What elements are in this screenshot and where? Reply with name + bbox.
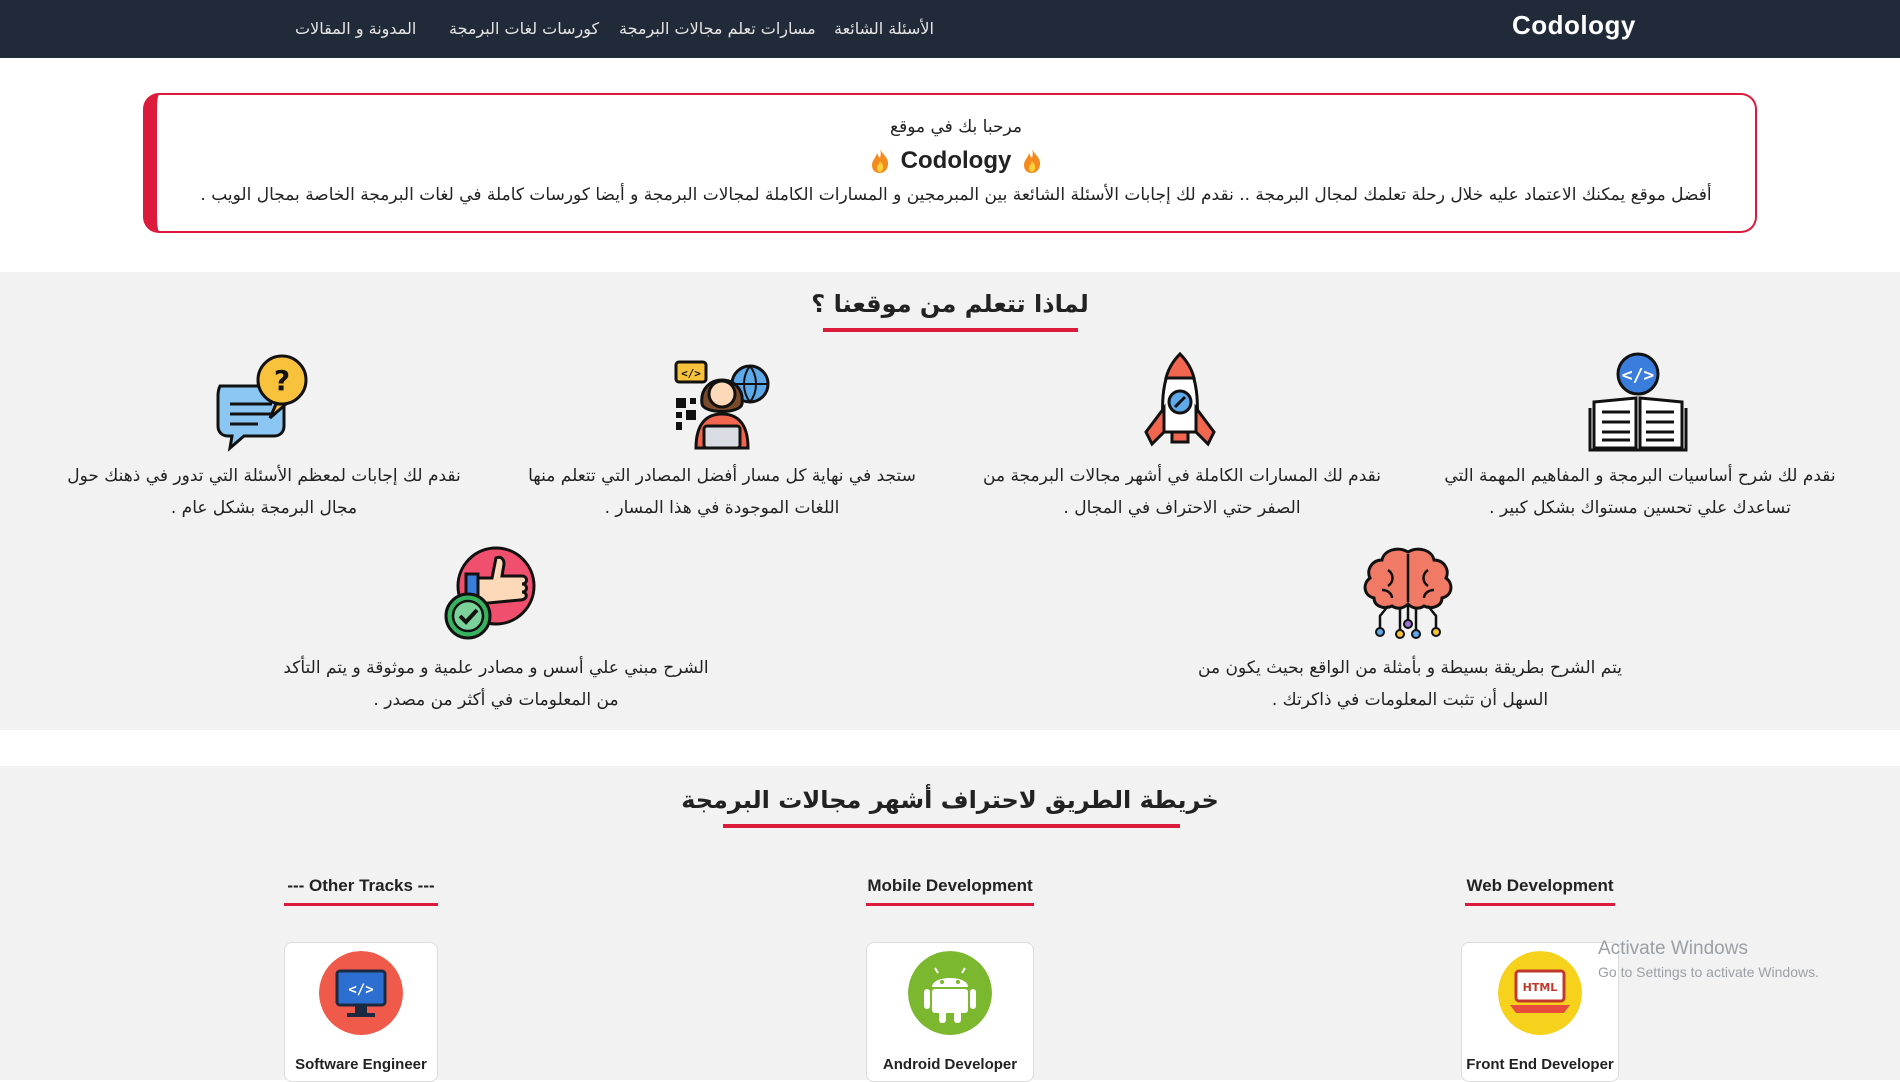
track-title-other[interactable]: --- Other Tracks --- xyxy=(261,876,461,896)
windows-activation-watermark: Activate Windows Go to Settings to activ… xyxy=(1598,938,1819,980)
nav-link-courses[interactable]: كورسات لغات البرمجة xyxy=(449,19,599,38)
why-title-underline xyxy=(823,328,1078,332)
track-title-web[interactable]: Web Development xyxy=(1440,876,1640,896)
programmer-icon: </> xyxy=(674,360,770,450)
fire-icon xyxy=(871,149,888,173)
track-underline xyxy=(866,903,1034,906)
svg-text:?: ? xyxy=(274,364,290,397)
watermark-title: Activate Windows xyxy=(1598,938,1748,959)
monitor-code-icon: </> xyxy=(319,951,403,1035)
html-laptop-icon: HTML xyxy=(1498,951,1582,1035)
watermark-subtitle: Go to Settings to activate Windows. xyxy=(1598,964,1819,980)
feature-text: يتم الشرح بطريقة بسيطة و بأمثلة من الواق… xyxy=(1198,658,1622,710)
nav-link-tracks[interactable]: مسارات تعلم مجالات البرمجة xyxy=(619,19,816,38)
brain-circuit-icon xyxy=(1363,547,1453,639)
card-label: Front End Developer xyxy=(1466,1056,1614,1073)
welcome-description: أفضل موقع يمكنك الاعتماد عليه خلال رحلة … xyxy=(200,185,1712,205)
track-title-mobile[interactable]: Mobile Development xyxy=(850,876,1050,896)
track-card-front-end[interactable]: HTML Front End Developer xyxy=(1461,942,1619,1082)
svg-text:</>: </> xyxy=(681,367,701,380)
roadmap-title-underline xyxy=(723,824,1180,828)
thumbs-up-check-icon xyxy=(444,546,536,640)
fire-icon xyxy=(1024,149,1041,173)
why-title: لماذا تتعلم من موقعنا ؟ xyxy=(811,290,1089,318)
feature-text: نقدم لك المسارات الكاملة في أشهر مجالات … xyxy=(983,466,1381,518)
question-chat-icon: ? xyxy=(216,354,308,452)
roadmap-title: خريطة الطريق لاحتراف أشهر مجالات البرمجة xyxy=(681,786,1219,814)
feature-text: الشرح مبني علي أسس و مصادر علمية و موثوق… xyxy=(283,658,709,710)
feature-text: ستجد في نهاية كل مسار أفضل المصادر التي … xyxy=(528,466,916,518)
svg-text:</>: </> xyxy=(1622,365,1655,386)
svg-text:</>: </> xyxy=(348,982,373,998)
nav-link-faq[interactable]: الأسئلة الشائعة xyxy=(834,19,934,38)
feature-text: نقدم لك إجابات لمعظم الأسئلة التي تدور ف… xyxy=(67,466,461,518)
welcome-greeting: مرحبا بك في موقع xyxy=(890,117,1022,137)
svg-text:HTML: HTML xyxy=(1523,981,1558,994)
track-underline xyxy=(1465,903,1615,906)
rocket-icon xyxy=(1144,352,1216,447)
welcome-site-name: Codology xyxy=(157,147,1755,175)
feature-text: نقدم لك شرح أساسيات البرمجة و المفاهيم ا… xyxy=(1444,466,1836,518)
track-card-software-engineer[interactable]: </> Software Engineer xyxy=(284,942,438,1082)
roadmap-section: خريطة الطريق لاحتراف أشهر مجالات البرمجة… xyxy=(0,766,1900,1082)
welcome-box: مرحبا بك في موقع Codology أفضل موقع يمكن… xyxy=(143,93,1757,233)
open-book-code-icon: </> xyxy=(1588,352,1688,452)
card-label: Android Developer xyxy=(882,1056,1018,1073)
track-underline xyxy=(284,903,438,906)
nav-link-blog[interactable]: المدونة و المقالات xyxy=(295,19,416,38)
navbar: Codology الأسئلة الشائعة مسارات تعلم مجا… xyxy=(0,0,1900,58)
card-label: Software Engineer xyxy=(295,1056,427,1073)
android-icon xyxy=(908,951,992,1035)
brand-logo[interactable]: Codology xyxy=(1512,10,1635,41)
track-card-android[interactable]: Android Developer xyxy=(866,942,1034,1082)
why-section: لماذا تتعلم من موقعنا ؟ </> نقدم لك شرح … xyxy=(0,272,1900,730)
site-name-text: Codology xyxy=(900,147,1012,174)
